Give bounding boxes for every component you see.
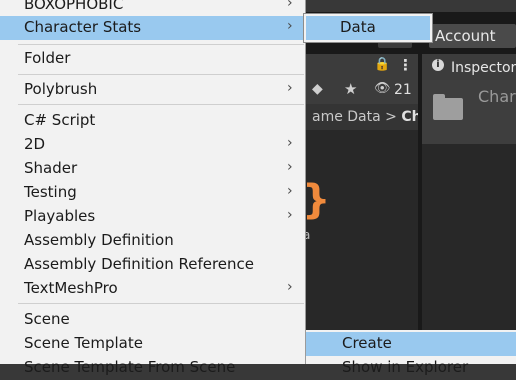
menu-item-label: Character Stats [24, 18, 142, 36]
chevron-right-icon: › [287, 159, 293, 175]
project-tab-bar: 🔒 ⋮ [300, 54, 418, 78]
menu-item-polybrush[interactable]: Polybrush › [0, 78, 305, 102]
menu-item-character-stats[interactable]: Character Stats › [0, 16, 305, 40]
menu-item-label: Folder [24, 49, 71, 67]
menu-item-label: Scene Template [24, 334, 143, 352]
menu-item-label: 2D [24, 135, 46, 153]
menu-item-show-in-explorer[interactable]: Show in Explorer [342, 358, 468, 376]
chevron-right-icon: › [287, 279, 293, 295]
menu-item-shader[interactable]: Shader › [0, 157, 305, 181]
menu-separator [18, 74, 304, 75]
menu-item-label: C# Script [24, 111, 96, 129]
menu-item-scene-template[interactable]: Scene Template [0, 332, 305, 356]
chevron-right-icon: › [287, 207, 293, 223]
menu-item-label: Shader [24, 159, 78, 177]
hidden-count: 21 [394, 82, 412, 98]
chevron-right-icon: › [287, 80, 293, 96]
account-label: Account [435, 27, 496, 45]
character-stats-submenu: Data [303, 13, 433, 43]
menu-item-assembly-definition[interactable]: Assembly Definition [0, 229, 305, 253]
menu-item-label: Polybrush [24, 80, 98, 98]
info-icon: i [432, 59, 444, 71]
chevron-right-icon: › [287, 0, 293, 11]
inspector-asset-name: Chara [478, 87, 516, 106]
menu-item-boxophobic[interactable]: BOXOPHOBIC › [0, 0, 305, 17]
lock-icon[interactable]: 🔒 [374, 57, 390, 72]
menu-item-csharp-script[interactable]: C# Script [0, 109, 305, 133]
menu-item-label: TextMeshPro [24, 279, 118, 297]
chevron-right-icon: › [287, 135, 293, 151]
breadcrumb-path: ame Data > Ch [312, 109, 422, 125]
inspector-title: Inspector [451, 60, 516, 76]
menu-item-label: Scene [24, 310, 70, 328]
folder-icon [433, 94, 463, 120]
chevron-right-icon: › [287, 18, 293, 34]
menu-item-label: Testing [24, 183, 77, 201]
breadcrumb-prefix[interactable]: ame Data > [312, 109, 397, 125]
label-filter-icon[interactable]: ◆ [312, 81, 323, 97]
menu-item-label: Assembly Definition Reference [24, 255, 255, 273]
menu-item-playables[interactable]: Playables › [0, 205, 305, 229]
kebab-menu-icon[interactable]: ⋮ [398, 56, 413, 74]
menu-item-label: Assembly Definition [24, 231, 174, 249]
menu-item-scene[interactable]: Scene [0, 308, 305, 332]
project-toolbar: ◆ ★ 👁 21 [300, 78, 418, 104]
menu-item-folder[interactable]: Folder [0, 47, 305, 71]
menu-item-label: Playables [24, 207, 96, 225]
menu-separator [18, 104, 304, 105]
menu-item-label: Scene Template From Scene [24, 358, 236, 376]
account-button[interactable]: Account [429, 24, 516, 48]
menu-item-2d[interactable]: 2D › [0, 133, 305, 157]
submenu-item-label: Data [340, 18, 376, 36]
create-context-menu: BOXOPHOBIC › Character Stats › Folder Po… [0, 0, 306, 376]
project-context-menu: Create Show in Explorer [306, 330, 516, 376]
hidden-eye-icon[interactable]: 👁 [374, 81, 391, 96]
menu-item-scene-template-from-scene[interactable]: Scene Template From Scene [0, 356, 305, 380]
menu-item-create[interactable] [306, 332, 516, 356]
menu-separator [18, 303, 304, 304]
menu-item-textmeshpro[interactable]: TextMeshPro › [0, 277, 305, 301]
script-asset-icon[interactable]: } [302, 180, 330, 220]
menu-item-assembly-definition-reference[interactable]: Assembly Definition Reference [0, 253, 305, 277]
menu-item-label: BOXOPHOBIC [24, 0, 124, 13]
menu-separator [18, 44, 304, 45]
favorite-star-icon[interactable]: ★ [344, 80, 357, 98]
chevron-right-icon: › [287, 183, 293, 199]
menu-item-label: Create [342, 334, 392, 352]
menu-item-testing[interactable]: Testing › [0, 181, 305, 205]
